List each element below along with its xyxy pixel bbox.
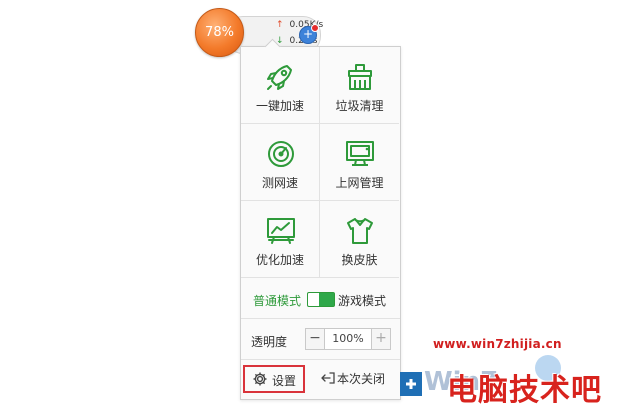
quick-menu-panel: 一键加速 垃圾清理 测网速 上网管理 优化加速 换皮肤 普通模式 游戏模式 透明… <box>240 38 401 400</box>
arrow-up-icon: ↑ <box>276 20 284 30</box>
settings-label: 设置 <box>272 374 297 388</box>
opacity-decrease-button[interactable]: − <box>306 329 325 349</box>
chart-board-icon <box>267 218 295 244</box>
opacity-row: 透明度 − 100% + <box>241 319 400 360</box>
mode-toggle[interactable] <box>307 292 335 307</box>
tile-junk-cleanup[interactable]: 垃圾清理 <box>320 47 399 124</box>
opacity-value[interactable]: 100% <box>325 332 371 345</box>
tile-label: 测网速 <box>261 176 298 190</box>
plus-icon[interactable]: + <box>299 24 319 44</box>
tile-internet-management[interactable]: 上网管理 <box>320 124 399 201</box>
tile-label: 优化加速 <box>255 253 304 267</box>
opacity-increase-button[interactable]: + <box>371 329 390 349</box>
normal-mode-label[interactable]: 普通模式 <box>253 292 301 309</box>
close-this-time-button[interactable]: 本次关闭 <box>321 370 385 387</box>
tile-label: 上网管理 <box>335 176 384 190</box>
tile-label: 垃圾清理 <box>335 99 384 113</box>
speedometer-icon <box>268 141 294 167</box>
opacity-stepper: − 100% + <box>305 328 391 350</box>
close-this-time-label: 本次关闭 <box>337 372 386 386</box>
tshirt-icon <box>347 218 373 244</box>
mode-switch-row: 普通模式 游戏模式 <box>241 280 400 319</box>
tile-optimize-boost[interactable]: 优化加速 <box>241 201 320 278</box>
broom-icon <box>348 64 372 90</box>
settings-button[interactable]: 设置 <box>243 365 305 393</box>
rocket-icon <box>267 65 292 90</box>
tile-one-click-boost[interactable]: 一键加速 <box>241 47 320 124</box>
monitor-icon <box>346 141 374 166</box>
tile-label: 一键加速 <box>255 99 304 113</box>
tile-change-skin[interactable]: 换皮肤 <box>320 201 399 278</box>
toggle-knob <box>319 293 334 306</box>
notification-dot <box>311 24 319 32</box>
tile-speed-test[interactable]: 测网速 <box>241 124 320 201</box>
game-mode-label[interactable]: 游戏模式 <box>338 292 386 309</box>
exit-icon <box>321 372 335 384</box>
watermark-url: www.win7zhijia.cn <box>433 337 562 351</box>
memory-ball[interactable]: 78% <box>195 8 244 57</box>
memory-percent: 78% <box>205 25 234 40</box>
tile-label: 换皮肤 <box>341 253 378 267</box>
watermark-text: 电脑技术吧 <box>447 373 602 408</box>
opacity-label: 透明度 <box>251 335 288 349</box>
panel-footer: 设置 本次关闭 <box>241 360 400 398</box>
gear-icon <box>253 372 267 386</box>
